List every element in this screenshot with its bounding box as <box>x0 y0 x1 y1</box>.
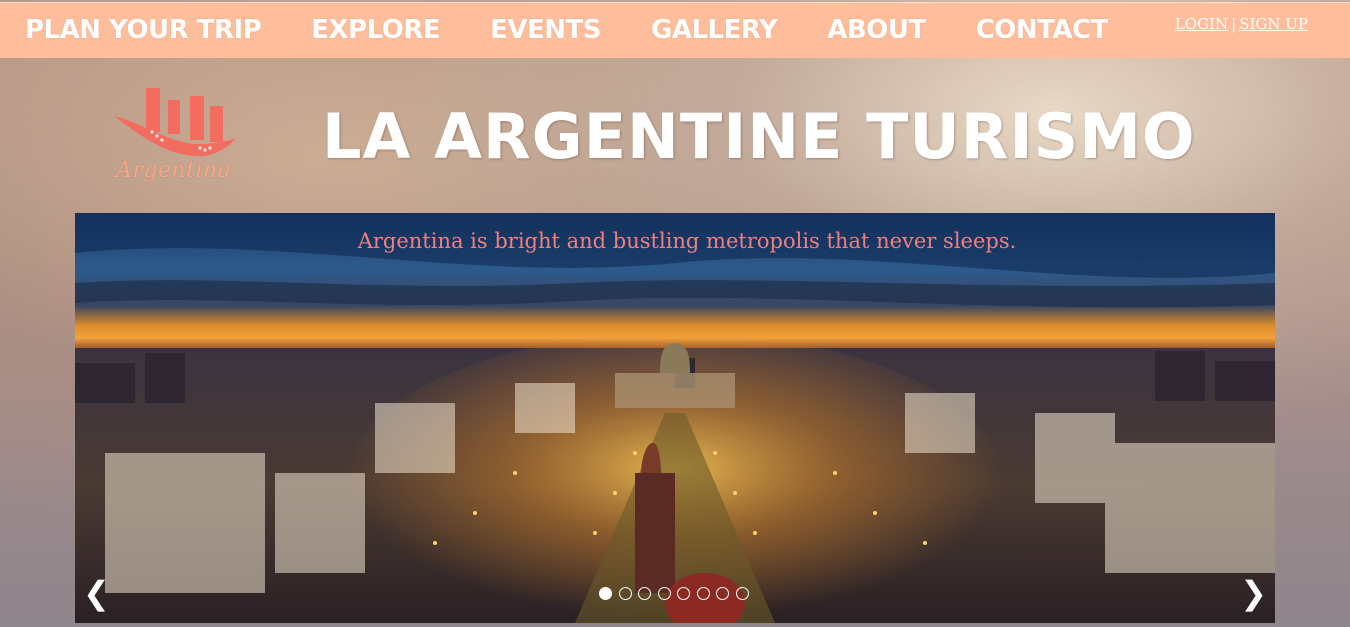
image-slider: Argentina is bright and bustling metropo… <box>75 213 1275 623</box>
signup-link[interactable]: SIGN UP <box>1239 15 1308 33</box>
slider-dots <box>599 587 755 600</box>
top-nav-bar: PLAN YOUR TRIP EXPLORE EVENTS GALLERY AB… <box>0 2 1350 58</box>
site-title: LA ARGENTINE TURISMO <box>322 100 1196 173</box>
slider-dot[interactable] <box>638 587 651 600</box>
slide-caption: Argentina is bright and bustling metropo… <box>357 229 1017 253</box>
slide-image <box>75 213 1275 623</box>
chevron-left-icon[interactable]: ❮ <box>83 573 110 613</box>
slider-dot[interactable] <box>599 587 612 600</box>
slider-dot[interactable] <box>618 587 632 600</box>
chevron-right-icon[interactable]: ❯ <box>1240 573 1267 613</box>
auth-separator: | <box>1231 15 1237 33</box>
nav-explore[interactable]: EXPLORE <box>311 11 440 49</box>
nav-events[interactable]: EVENTS <box>490 11 601 49</box>
slider-dot[interactable] <box>716 587 729 600</box>
slider-dot[interactable] <box>677 587 690 600</box>
nav-contact[interactable]: CONTACT <box>976 11 1109 49</box>
login-link[interactable]: LOGIN <box>1175 15 1228 33</box>
main-nav: PLAN YOUR TRIP EXPLORE EVENTS GALLERY AB… <box>25 11 1158 49</box>
logo-text: Argentina <box>116 158 232 183</box>
nav-about[interactable]: ABOUT <box>827 11 926 49</box>
slider-dot[interactable] <box>657 587 671 600</box>
slider-dot[interactable] <box>735 587 749 600</box>
auth-links: LOGIN | SIGN UP <box>1175 15 1308 33</box>
nav-plan-your-trip[interactable]: PLAN YOUR TRIP <box>25 11 262 49</box>
nav-gallery[interactable]: GALLERY <box>651 11 778 49</box>
slider-dot[interactable] <box>696 587 710 600</box>
